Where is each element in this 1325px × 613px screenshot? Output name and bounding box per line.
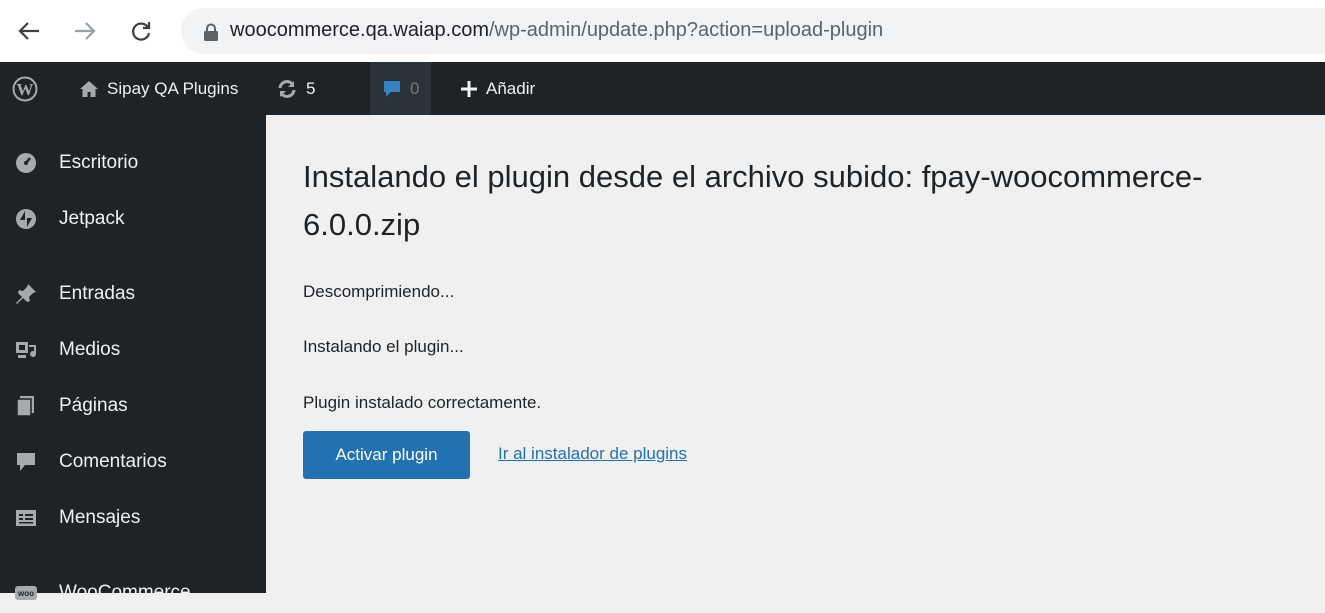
sidebar-item-paginas[interactable]: Páginas [0, 386, 266, 426]
site-name: Sipay QA Plugins [107, 78, 239, 98]
lock-icon [204, 23, 218, 41]
url-path: /wp-admin/update.php?action=upload-plugi… [489, 19, 884, 41]
sidebar-item-comentarios[interactable]: Comentarios [0, 442, 266, 482]
comments-count: 0 [410, 78, 420, 98]
site-name-menu[interactable]: Sipay QA Plugins [79, 62, 238, 115]
updates-count: 5 [306, 78, 316, 98]
back-arrow-icon[interactable] [14, 14, 44, 48]
sidebar-item-label: Medios [59, 339, 121, 360]
admin-bar: W Sipay QA Plugins 5 0 Añadir [0, 62, 1325, 115]
sidebar-item-medios[interactable]: Medios [0, 330, 266, 370]
comment-icon [15, 451, 37, 473]
sidebar-item-label: WooCommerce [59, 582, 191, 603]
status-message-success: Plugin instalado correctamente. [303, 393, 542, 412]
svg-text:W: W [17, 80, 34, 99]
sidebar-item-label: Mensajes [59, 507, 141, 528]
page-icon [15, 395, 37, 417]
updates-icon [278, 79, 296, 98]
sidebar-item-jetpack[interactable]: Jetpack [0, 199, 266, 239]
new-content-menu[interactable]: Añadir [460, 62, 535, 115]
plus-icon [461, 80, 477, 97]
status-message-unpacking: Descomprimiendo... [303, 282, 455, 301]
sidebar-item-mensajes[interactable]: Mensajes [0, 498, 266, 538]
woocommerce-icon: woo [15, 582, 37, 604]
reload-icon[interactable] [126, 14, 156, 48]
sidebar-item-label: Comentarios [59, 451, 167, 472]
messages-icon [15, 507, 37, 529]
wordpress-logo-icon[interactable]: W [8, 62, 42, 115]
page-title: Instalando el plugin desde el archivo su… [303, 159, 1203, 242]
sidebar-item-escritorio[interactable]: Escritorio [0, 143, 266, 183]
address-bar[interactable]: woocommerce.qa.waiap.com/wp-admin/update… [181, 8, 1325, 54]
comments-menu[interactable]: 0 [370, 62, 432, 115]
comment-bubble-icon [384, 80, 400, 97]
jetpack-icon [15, 208, 37, 230]
sidebar-item-entradas[interactable]: Entradas [0, 274, 266, 314]
new-label: Añadir [486, 78, 536, 98]
plugin-installer-link[interactable]: Ir al instalador de plugins [498, 444, 687, 464]
status-message-installing: Instalando el plugin... [303, 337, 464, 356]
sidebar-item-label: Escritorio [59, 152, 139, 173]
activate-plugin-button[interactable]: Activar plugin [303, 431, 470, 479]
home-icon [80, 80, 98, 97]
updates-menu[interactable]: 5 [276, 62, 315, 115]
browser-toolbar: woocommerce.qa.waiap.com/wp-admin/update… [0, 0, 1325, 62]
main-content: Instalando el plugin desde el archivo su… [266, 115, 1325, 593]
url-text: woocommerce.qa.waiap.com/wp-admin/update… [230, 19, 883, 42]
sidebar-item-woocommerce[interactable]: woo WooCommerce [0, 573, 266, 613]
media-icon [15, 339, 37, 361]
pin-icon [15, 283, 37, 305]
url-host: woocommerce.qa.waiap.com [230, 19, 489, 41]
dashboard-icon [15, 152, 37, 174]
svg-text:woo: woo [17, 589, 34, 598]
forward-arrow-icon[interactable] [70, 14, 100, 48]
sidebar-item-label: Jetpack [59, 208, 125, 229]
sidebar-item-label: Entradas [59, 283, 136, 304]
sidebar-item-label: Páginas [59, 395, 128, 416]
admin-sidebar: Escritorio Jetpack Entradas Medios Págin… [0, 115, 266, 603]
